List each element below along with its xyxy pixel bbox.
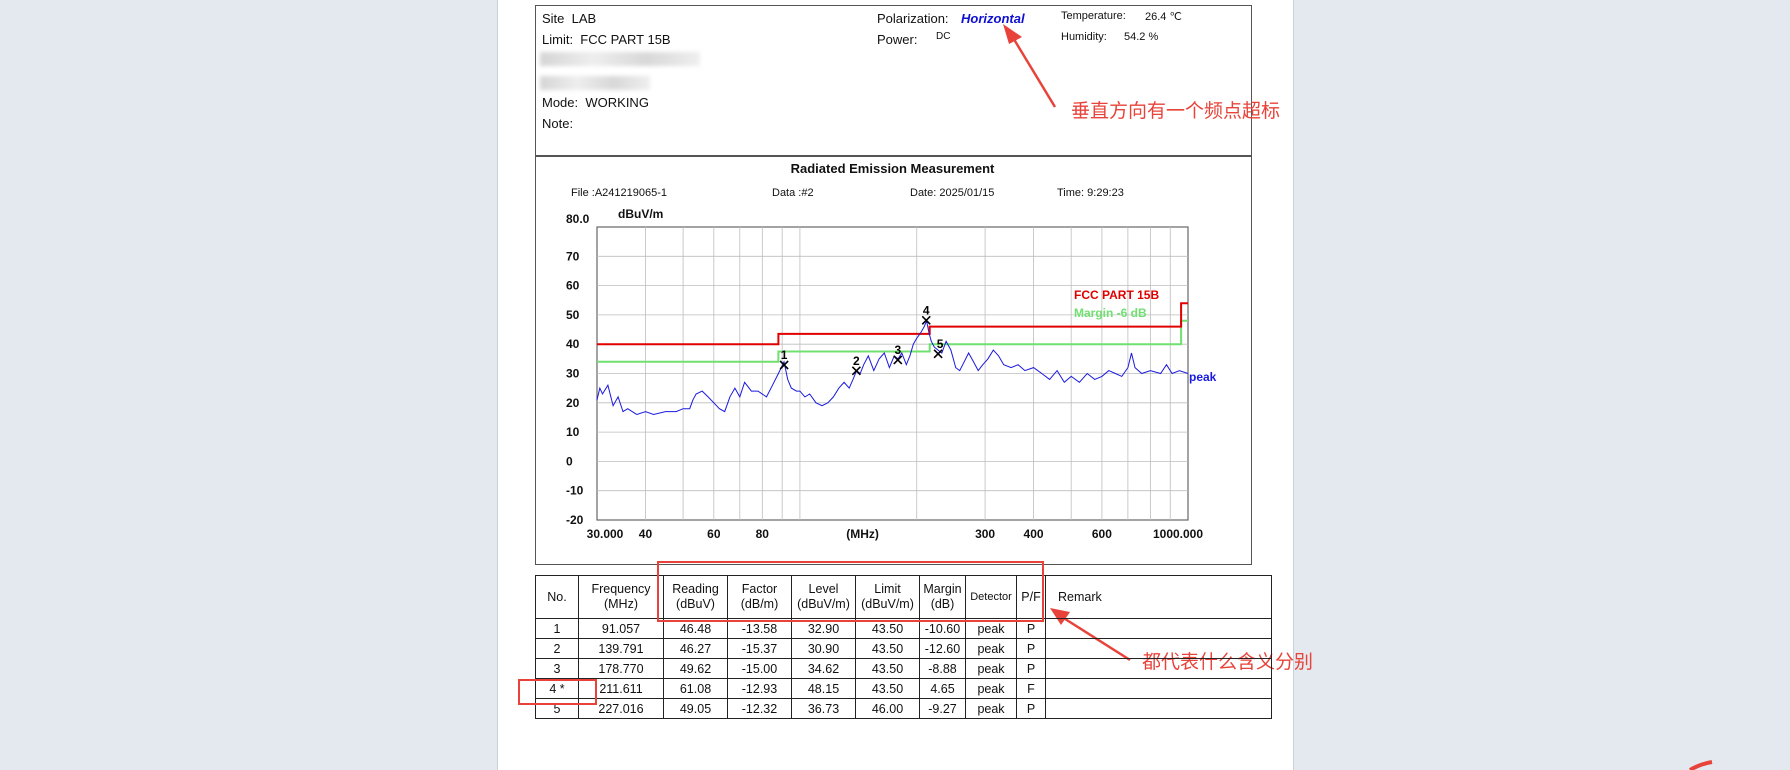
humidity-label: Humidity: [1061, 31, 1107, 43]
file-id: File :A241219065-1 [571, 187, 668, 199]
table-cell: 34.62 [791, 658, 856, 679]
table-cell: 4.65 [919, 678, 966, 699]
table-cell: 1 [535, 618, 579, 639]
table-cell: 3 [535, 658, 579, 679]
table-cell: -12.60 [919, 638, 966, 659]
table-header-cell: Frequency (MHz) [578, 575, 664, 619]
mode-label: Mode: WORKING [542, 95, 649, 110]
table-cell: -15.00 [727, 658, 792, 679]
data-id: Data :#2 [772, 187, 814, 199]
table-cell: P [1016, 638, 1046, 659]
table-cell: 30.90 [791, 638, 856, 659]
chart-title: Radiated Emission Measurement [790, 161, 995, 176]
arrow-partial-corner [1688, 760, 1713, 770]
table-cell: 178.770 [578, 658, 664, 679]
chart-box [535, 155, 1252, 565]
table-cell: -9.27 [919, 698, 966, 719]
table-cell: 46.00 [855, 698, 920, 719]
power-label: Power: [877, 32, 918, 47]
test-date: Date: 2025/01/15 [910, 187, 995, 199]
table-cell [1045, 618, 1272, 639]
table-cell [1045, 638, 1272, 659]
table-cell: P [1016, 698, 1046, 719]
table-cell: F [1016, 678, 1046, 699]
table-cell: 43.50 [855, 678, 920, 699]
temperature-label: Temperature: [1061, 10, 1126, 22]
table-row: 2 139.791 46.27 -15.37 30.90 43.50 -12.60 peak P [535, 638, 1272, 659]
table-cell: 43.50 [855, 638, 920, 659]
table-cell [1045, 698, 1272, 719]
table-row: 4 * 211.611 61.08 -12.93 48.15 43.50 4.65 peak F [535, 678, 1272, 699]
redacted-field-2 [540, 76, 650, 90]
table-row: 5 227.016 49.05 -12.32 36.73 46.00 -9.27 peak P [535, 698, 1272, 719]
table-cell: peak [965, 658, 1017, 679]
table-cell: -8.88 [919, 658, 966, 679]
table-cell: -12.32 [727, 698, 792, 719]
table-cell: 48.15 [791, 678, 856, 699]
table-cell: peak [965, 678, 1017, 699]
table-cell: 43.50 [855, 658, 920, 679]
humidity-value: 54.2 % [1124, 31, 1159, 43]
table-header-cell: Remark [1045, 575, 1272, 619]
table-cell: P [1016, 658, 1046, 679]
table-cell: peak [965, 698, 1017, 719]
table-cell: 2 [535, 638, 579, 659]
table-cell: 46.27 [663, 638, 728, 659]
temperature-value: 26.4 ℃ [1145, 11, 1182, 23]
highlight-row4-box [518, 679, 597, 705]
annotation-vertical-note: 垂直方向有一个频点超标 [1071, 100, 1281, 122]
table-cell: 49.05 [663, 698, 728, 719]
polarization-label: Polarization: [877, 11, 949, 26]
site-label: Site LAB [542, 11, 597, 26]
table-cell: 91.057 [578, 618, 664, 639]
table-header-cell: No. [535, 575, 579, 619]
table-cell: peak [965, 638, 1017, 659]
table-cell: 61.08 [663, 678, 728, 699]
limit-label: Limit: FCC PART 15B [542, 32, 671, 47]
table-cell [1045, 658, 1272, 679]
polarization-value: Horizontal [961, 11, 1025, 26]
table-cell: 139.791 [578, 638, 664, 659]
table-row: 3 178.770 49.62 -15.00 34.62 43.50 -8.88 peak P [535, 658, 1272, 679]
table-cell: -15.37 [727, 638, 792, 659]
test-time: Time: 9:29:23 [1057, 187, 1124, 199]
table-cell: 49.62 [663, 658, 728, 679]
table-cell: 36.73 [791, 698, 856, 719]
highlight-columns-box [657, 561, 1044, 622]
note-label: Note: [542, 116, 574, 131]
table-cell [1045, 678, 1272, 699]
power-value: DC [936, 31, 951, 42]
table-cell: -12.93 [727, 678, 792, 699]
redacted-field-1 [540, 52, 700, 66]
